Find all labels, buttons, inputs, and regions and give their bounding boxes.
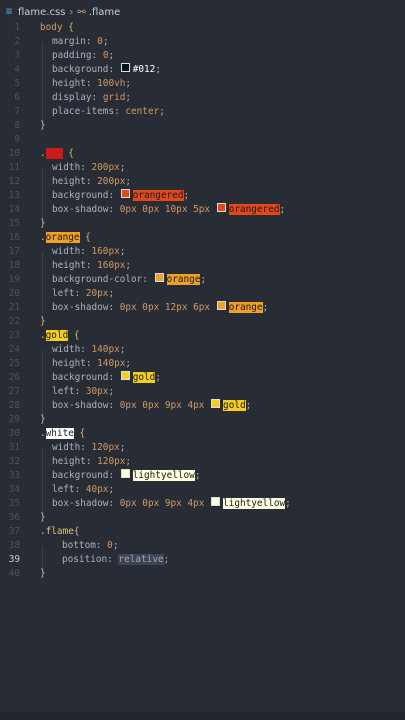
code-line: 12 height: 200px; [8, 176, 132, 187]
color-swatch[interactable] [154, 273, 164, 282]
code-line: 5 height: 100vh; [14, 78, 132, 89]
code-line: 9 [14, 134, 20, 145]
code-line: 16 .orange { [8, 232, 91, 243]
status-bar [0, 712, 405, 720]
code-line: 11 width: 200px; [8, 162, 126, 173]
code-line: 14 box-shadow: 0px 0px 10px 5px orangered… [8, 203, 286, 215]
chevron-right-icon: › [69, 6, 74, 18]
color-swatch[interactable] [211, 399, 221, 408]
code-line: 33 background: lightyellow; [8, 469, 201, 481]
color-swatch[interactable] [216, 301, 226, 310]
code-line: 3 padding: 0; [14, 50, 115, 61]
color-swatch[interactable] [120, 371, 130, 380]
code-line: 20 left: 20px; [8, 288, 115, 299]
code-line: 13 background: orangered; [8, 189, 190, 201]
code-line: 2 margin: 0; [14, 36, 109, 47]
breadcrumb-symbol[interactable]: .flame [89, 7, 121, 18]
symbol-class-icon: ⚯ [77, 6, 86, 18]
code-line: 29} [8, 414, 46, 425]
code-line: 19 background-color: orange; [8, 273, 207, 285]
css-file-icon: ≡ [5, 7, 13, 17]
code-line: 34 left: 40px; [8, 484, 115, 495]
code-line: 35 box-shadow: 0px 0px 9px 4px lightyello… [8, 497, 291, 509]
code-line: 30 .white { [8, 428, 86, 439]
code-line: 38 bottom: 0; [8, 540, 119, 551]
code-line: 40} [8, 568, 46, 579]
code-line: 17 width: 160px; [8, 246, 126, 257]
code-line: 32 height: 120px; [8, 456, 132, 467]
code-line: 22} [8, 316, 46, 327]
code-line: 10 .red { [8, 148, 74, 159]
code-line: 15} [8, 218, 46, 229]
code-line: 21 box-shadow: 0px 0px 12px 6px orange; [8, 301, 269, 313]
code-line: 6 display: grid; [14, 92, 132, 103]
color-swatch[interactable] [120, 189, 130, 198]
color-swatch[interactable] [211, 497, 221, 506]
breadcrumb-file[interactable]: flame.css [18, 7, 65, 18]
code-line: 23 .gold { [8, 330, 80, 341]
code-line: 1 body { [14, 22, 74, 33]
code-line: 37 .flame{ [8, 526, 80, 537]
color-swatch[interactable] [120, 63, 130, 72]
code-line: 28 box-shadow: 0px 0px 9px 4px gold; [8, 399, 252, 411]
code-line: 4 background: #012; [14, 63, 161, 75]
code-line: 36} [8, 512, 46, 523]
code-line: 25 height: 140px; [8, 358, 132, 369]
code-line-current: 39 position: relative; [8, 554, 170, 565]
color-swatch[interactable] [120, 469, 130, 478]
code-line: 26 background: gold; [8, 371, 161, 383]
code-line: 24 width: 140px; [8, 344, 126, 355]
code-line: 8} [14, 120, 46, 131]
color-swatch[interactable] [216, 203, 226, 212]
code-line: 7 place-items: center; [14, 106, 165, 117]
code-line: 18 height: 160px; [8, 260, 132, 271]
code-line: 27 left: 30px; [8, 386, 115, 397]
code-line: 31 width: 120px; [8, 442, 126, 453]
